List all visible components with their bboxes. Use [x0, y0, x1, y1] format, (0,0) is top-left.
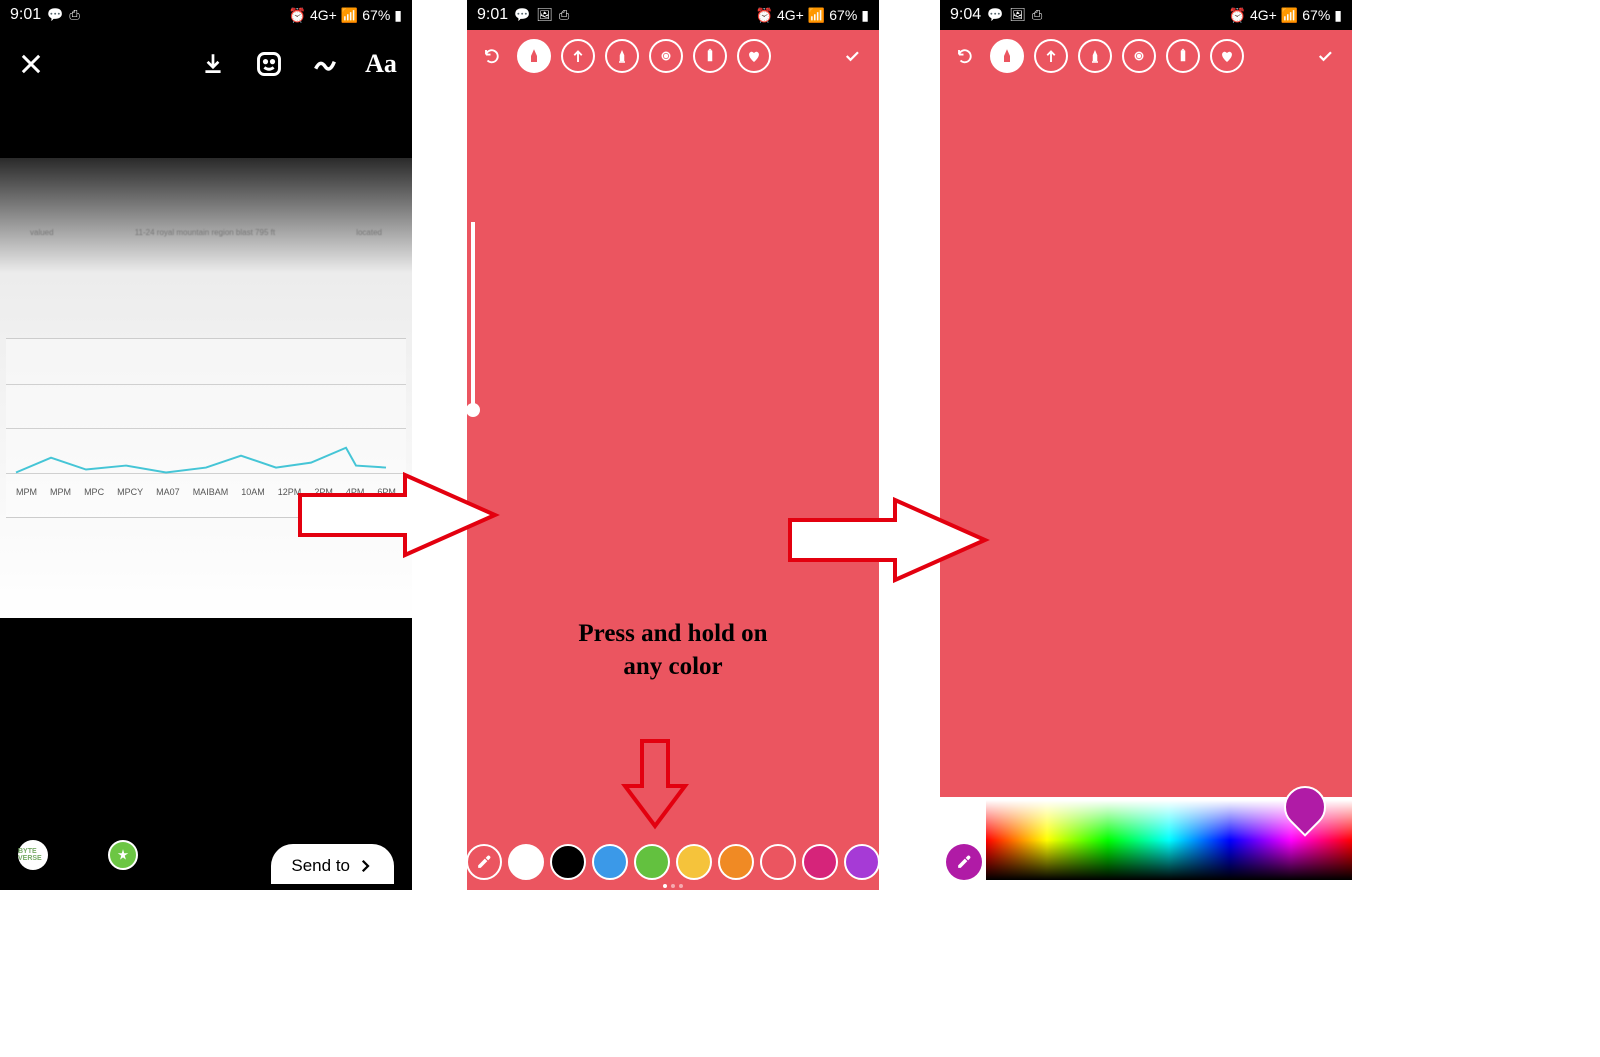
color-white[interactable]	[508, 844, 544, 880]
clock: 9:01	[477, 6, 508, 24]
text-icon[interactable]: Aa	[364, 47, 398, 81]
blur-label-mid: 11-24 royal mountain region blast 795 ft	[135, 228, 275, 237]
neon-tool-icon[interactable]	[1122, 39, 1156, 73]
image-icon: 🖼	[536, 7, 553, 23]
marker-tool-icon[interactable]	[517, 39, 551, 73]
status-bar: 9:04 💬 🖼 ⎙ ⏰ 4G+ 📶 67% ▮	[940, 0, 1352, 30]
neon-tool-icon[interactable]	[649, 39, 683, 73]
story-image-content[interactable]: valued 11-24 royal mountain region blast…	[0, 98, 412, 818]
highlighter-tool-icon[interactable]	[1078, 39, 1112, 73]
draw-toolbar	[467, 30, 879, 82]
color-coral[interactable]	[760, 844, 796, 880]
alarm-icon: ⏰	[1229, 7, 1246, 24]
arrow-tool-icon[interactable]	[1034, 39, 1068, 73]
battery-icon: ▮	[1334, 7, 1342, 24]
chart-x-axis: MPM MPM MPC MPCY MA07 MAIBAM 10AM 12PM 2…	[16, 487, 396, 497]
phone-screenshot-1: 9:01 💬 ⎙ ⏰ 4G+ 📶 67% ▮ Aa	[0, 0, 412, 890]
draw-icon[interactable]	[308, 47, 342, 81]
sticker-icon[interactable]	[252, 47, 286, 81]
signal-icon: 📶	[1281, 7, 1298, 24]
brush-size-knob[interactable]	[466, 403, 480, 417]
undo-icon[interactable]	[950, 39, 980, 73]
heart-tool-icon[interactable]	[1210, 39, 1244, 73]
usb-icon: ⎙	[559, 7, 569, 23]
alarm-icon: ⏰	[289, 7, 306, 24]
battery-label: 67%	[362, 7, 390, 23]
your-story-avatar[interactable]: BYTE VERSE	[18, 840, 48, 870]
story-toolbar: Aa	[0, 30, 412, 98]
messages-icon: 💬	[987, 7, 1003, 23]
marker-tool-icon[interactable]	[990, 39, 1024, 73]
messages-icon: 💬	[47, 7, 63, 23]
status-bar: 9:01 💬 🖼 ⎙ ⏰ 4G+ 📶 67% ▮	[467, 0, 879, 30]
color-yellow[interactable]	[676, 844, 712, 880]
embedded-chart: MPM MPM MPC MPCY MA07 MAIBAM 10AM 12PM 2…	[6, 338, 406, 518]
signal-icon: 📶	[341, 7, 358, 24]
network-label: 4G+	[1250, 7, 1277, 23]
close-friends-badge[interactable]	[108, 840, 138, 870]
close-icon[interactable]	[14, 47, 48, 81]
battery-icon: ▮	[394, 7, 402, 24]
chisel-tool-icon[interactable]	[693, 39, 727, 73]
eyedropper-button[interactable]	[946, 844, 982, 880]
usb-icon: ⎙	[69, 7, 79, 23]
battery-label: 67%	[1302, 7, 1330, 23]
heart-tool-icon[interactable]	[737, 39, 771, 73]
arrow-tool-icon[interactable]	[561, 39, 595, 73]
blur-label-left: valued	[30, 228, 54, 237]
draw-toolbar	[940, 30, 1352, 82]
instruction-text: Press and hold on any color	[467, 618, 879, 683]
send-to-label: Send to	[291, 856, 350, 876]
eyedropper-button[interactable]	[466, 844, 502, 880]
brush-size-slider[interactable]	[471, 222, 475, 412]
color-black[interactable]	[550, 844, 586, 880]
phone-screenshot-3: 9:04 💬 🖼 ⎙ ⏰ 4G+ 📶 67% ▮	[940, 0, 1352, 797]
palette-pager[interactable]	[467, 884, 879, 888]
done-icon[interactable]	[835, 39, 869, 73]
color-green[interactable]	[634, 844, 670, 880]
usb-icon: ⎙	[1032, 7, 1042, 23]
chisel-tool-icon[interactable]	[1166, 39, 1200, 73]
network-label: 4G+	[777, 7, 804, 23]
signal-icon: 📶	[808, 7, 825, 24]
clock: 9:04	[950, 6, 981, 24]
color-purple[interactable]	[844, 844, 880, 880]
phone-screenshot-2: 9:01 💬 🖼 ⎙ ⏰ 4G+ 📶 67% ▮	[467, 0, 879, 890]
undo-icon[interactable]	[477, 39, 507, 73]
download-icon[interactable]	[196, 47, 230, 81]
alarm-icon: ⏰	[756, 7, 773, 24]
status-bar: 9:01 💬 ⎙ ⏰ 4G+ 📶 67% ▮	[0, 0, 412, 30]
image-icon: 🖼	[1009, 7, 1026, 23]
battery-label: 67%	[829, 7, 857, 23]
blur-label-right: located	[356, 228, 382, 237]
done-icon[interactable]	[1308, 39, 1342, 73]
send-to-button[interactable]: Send to	[271, 844, 394, 884]
story-bottom-bar: BYTE VERSE Send to	[0, 820, 412, 890]
network-label: 4G+	[310, 7, 337, 23]
messages-icon: 💬	[514, 7, 530, 23]
color-orange[interactable]	[718, 844, 754, 880]
color-blue[interactable]	[592, 844, 628, 880]
battery-icon: ▮	[861, 7, 869, 24]
color-magenta[interactable]	[802, 844, 838, 880]
clock: 9:01	[10, 6, 41, 24]
highlighter-tool-icon[interactable]	[605, 39, 639, 73]
color-palette-row	[467, 844, 879, 880]
